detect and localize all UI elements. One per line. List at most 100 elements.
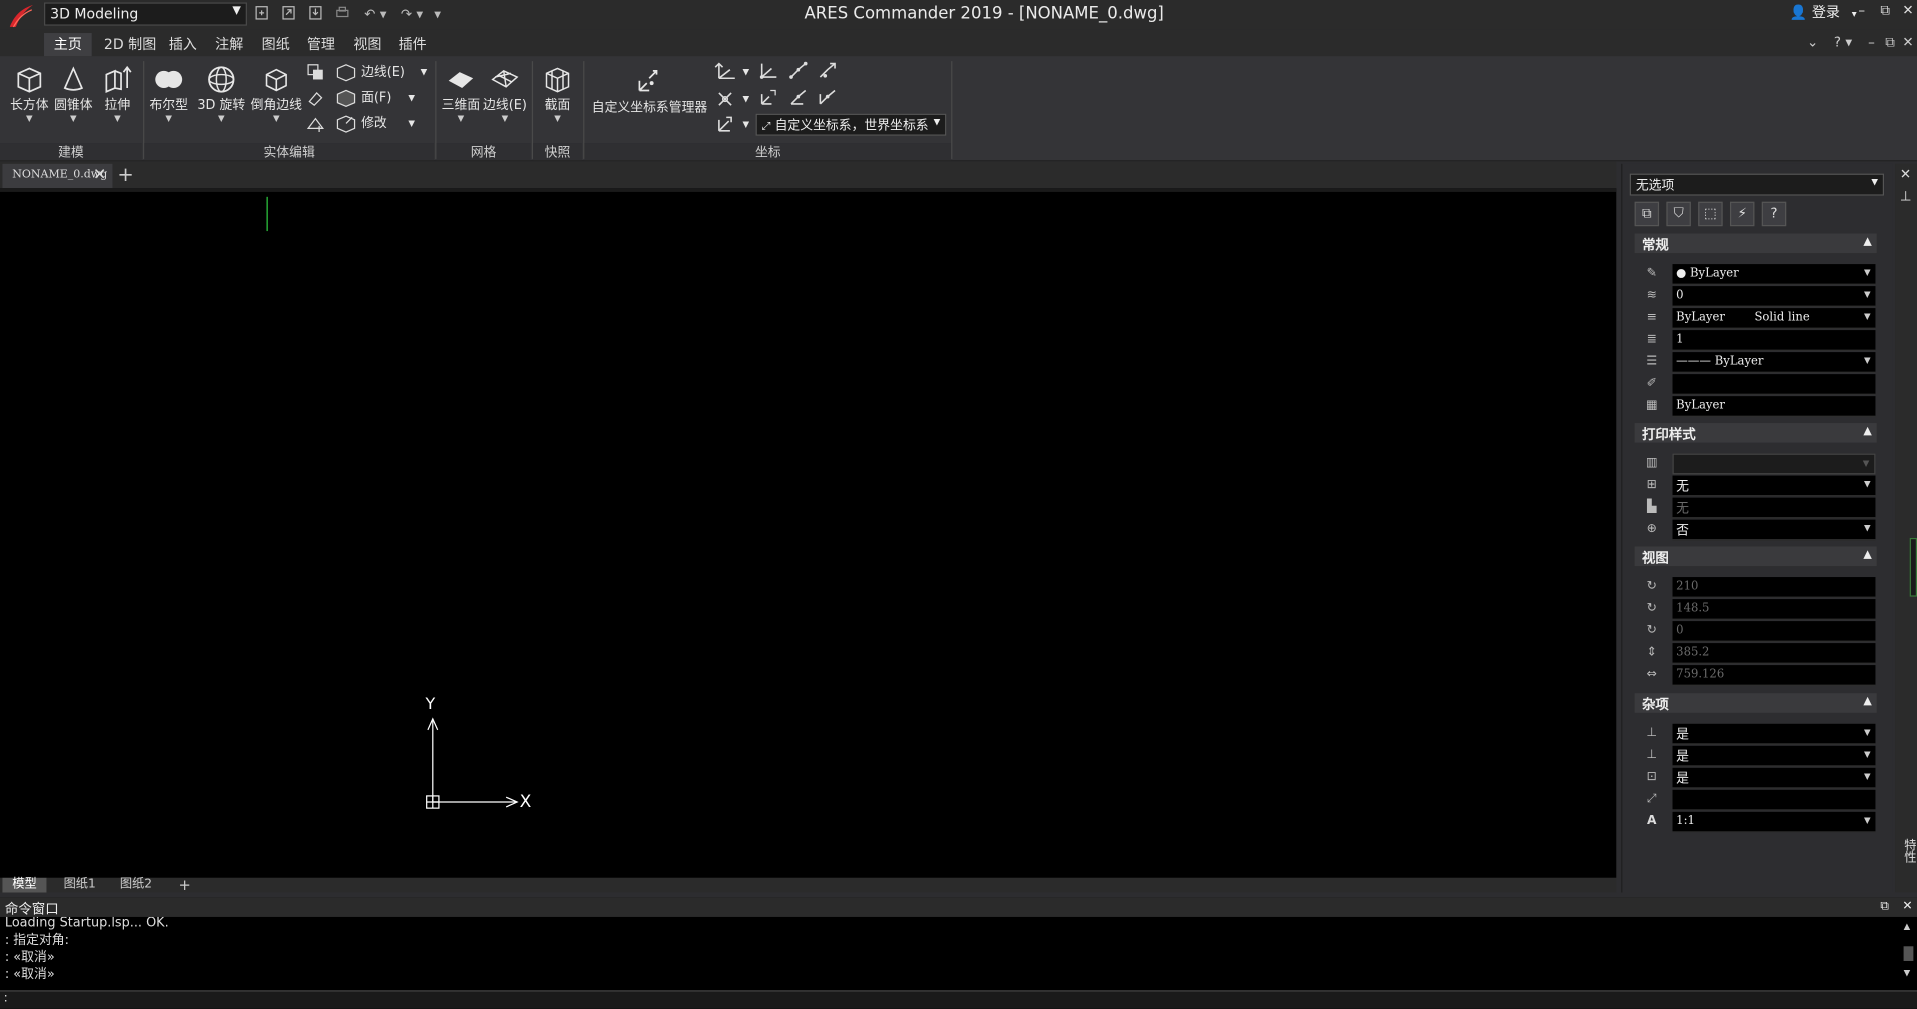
palette-side-strip: ✕ ⊥ 特性 — [1895, 163, 1917, 893]
group-label-snapshot: 快照 — [533, 143, 582, 161]
tab-view[interactable]: 视图 — [344, 33, 392, 56]
section-button[interactable]: 截面 ▼ — [537, 64, 579, 123]
doc-close-button[interactable]: ✕ — [1902, 34, 1913, 50]
slice-icon[interactable] — [306, 111, 330, 135]
add-layout-button[interactable]: + — [169, 878, 201, 893]
minimize-button[interactable]: – — [1858, 2, 1865, 18]
command-input[interactable]: : — [0, 990, 1917, 1009]
ucs-manager-button[interactable]: 自定义坐标系管理器 — [592, 66, 707, 116]
doc-restore-button[interactable]: ⧉ — [1885, 34, 1895, 51]
tab-model[interactable]: 模型 — [2, 877, 47, 893]
new-tab-button[interactable]: + — [117, 163, 133, 186]
pick-add-icon[interactable]: ⬚ — [1698, 201, 1723, 227]
prop-value[interactable] — [1672, 789, 1876, 811]
tab-2d-drafting[interactable]: 2D 制图 — [94, 33, 166, 56]
document-tab[interactable]: NONAME_0.dwg ✕ — [2, 163, 113, 189]
face-dropdown[interactable]: 面(F) ▼ — [335, 86, 421, 110]
close-icon[interactable]: ✕ — [93, 166, 106, 184]
tab-sheet1[interactable]: 图纸1 — [54, 878, 106, 893]
ucs-world-icon[interactable]: ▼ — [714, 59, 751, 83]
restore-button[interactable]: ⧉ — [1880, 2, 1890, 19]
section-misc[interactable]: 杂项 ▲ — [1634, 693, 1877, 713]
prop-value[interactable]: ByLayer Solid line ▼ — [1672, 308, 1876, 329]
chevron-down-icon: ▼ — [408, 118, 415, 129]
prop-value[interactable]: ByLayer — [1672, 396, 1876, 417]
cone-button[interactable]: 圆锥体 ▼ — [51, 64, 95, 123]
select-objects-icon[interactable]: ⧉ — [1634, 201, 1660, 227]
ucs-select[interactable]: ⤢ 自定义坐标系，世界坐标系 ▼ — [755, 113, 947, 136]
boolean-button[interactable]: 布尔型 ▼ — [147, 64, 191, 123]
ribbon-collapse-icon[interactable]: ⌄ — [1807, 34, 1818, 50]
drawing-canvas[interactable]: Y X — [0, 188, 1617, 878]
tab-manage[interactable]: 管理 — [297, 33, 345, 56]
close-button[interactable]: ✕ — [1902, 2, 1913, 18]
ucs-view-icon[interactable] — [815, 86, 842, 110]
ucs-rotate-icon[interactable]: ▼ — [714, 86, 751, 110]
ucs-origin-icon[interactable] — [756, 59, 783, 83]
mesh-edge-icon — [491, 70, 519, 88]
ucs-3point-icon[interactable] — [786, 59, 813, 83]
command-scrollbar[interactable]: ▲ ▼ — [1903, 922, 1916, 988]
prop-value[interactable]: 0 ▼ — [1672, 286, 1876, 307]
palette-resize-handle[interactable] — [1909, 537, 1917, 597]
section-print-style[interactable]: 打印样式 ▲ — [1634, 423, 1877, 443]
close-icon[interactable]: ✕ — [1902, 900, 1912, 913]
prop-plot-attach: ▙ 无 — [1635, 497, 1877, 520]
properties-side-tab[interactable]: 特性 — [1899, 839, 1917, 863]
prop-value[interactable]: ——— ByLayer ▼ — [1672, 352, 1876, 373]
chamfer-edge-button[interactable]: 倒角边线 ▼ — [249, 64, 303, 124]
prop-plot-available: ⊕ 否 ▼ — [1635, 519, 1877, 542]
tab-plugins[interactable]: 插件 — [389, 33, 437, 56]
prop-annotation-scale: A 1:1 ▼ — [1635, 811, 1877, 834]
selection-select[interactable]: 无选项 ▼ — [1629, 173, 1885, 196]
tab-annotate[interactable]: 注解 — [205, 33, 253, 56]
tab-sheet[interactable]: 图纸 — [252, 33, 300, 56]
plot-available-icon: ⊕ — [1646, 522, 1657, 536]
section-general[interactable]: 常规 ▲ — [1634, 233, 1877, 254]
modify-dropdown[interactable]: 修改 ▼ — [335, 111, 421, 135]
doc-minimize-button[interactable]: – — [1868, 34, 1875, 50]
ucs-y-label: Y — [425, 695, 436, 714]
prop-value[interactable]: 无 ▼ — [1672, 475, 1876, 497]
section-view[interactable]: 视图 ▲ — [1634, 546, 1877, 567]
extrude-button[interactable]: 拉伸 ▼ — [95, 64, 139, 123]
help-icon[interactable]: ? — [1761, 201, 1787, 227]
prop-value[interactable] — [1672, 374, 1876, 395]
tab-insert[interactable]: 插入 — [159, 33, 207, 56]
prop-value[interactable]: 是 ▼ — [1672, 745, 1876, 767]
3d-face-button[interactable]: 三维面 ▼ — [440, 64, 482, 123]
prop-value[interactable]: ● ByLayer ▼ — [1672, 264, 1876, 285]
tab-home[interactable]: 主页 — [44, 33, 92, 57]
user-icon: 👤 — [1789, 3, 1808, 21]
copy-faces-icon[interactable] — [306, 60, 330, 84]
ucs-zaxis-icon[interactable] — [815, 59, 842, 83]
login-button[interactable]: 👤 登录 ▾ — [1790, 2, 1857, 22]
mesh-edge-button[interactable]: 边线(E) ▼ — [482, 64, 528, 123]
help-button[interactable]: ? ▾ — [1834, 34, 1852, 50]
scrollbar-thumb[interactable] — [1903, 946, 1914, 961]
ucs-manager-icon — [638, 70, 658, 92]
3d-rotate-button[interactable]: 3D 旋转 ▼ — [196, 64, 247, 123]
chevron-down-icon: ▾ — [1851, 8, 1857, 20]
toggle-pickadd-icon[interactable]: ⚡ — [1729, 201, 1755, 227]
prop-ucs-viewport: ⊡ 是 ▼ — [1635, 767, 1877, 790]
prop-value[interactable]: 是 ▼ — [1672, 767, 1876, 789]
ucs-previous-icon[interactable]: ▼ — [714, 111, 751, 135]
close-icon[interactable]: ✕ — [1900, 166, 1911, 182]
eraser-icon[interactable] — [306, 86, 330, 110]
prop-value[interactable]: 1:1 ▼ — [1672, 811, 1876, 833]
edge-dropdown[interactable]: 边线(E) ▼ — [335, 60, 433, 84]
chevron-down-icon: ▼ — [273, 113, 280, 124]
ucs-object-icon[interactable] — [756, 86, 783, 110]
ucs-face-icon[interactable] — [786, 86, 813, 110]
group-label-modeling: 建模 — [0, 143, 142, 161]
prop-value[interactable]: 是 ▼ — [1672, 723, 1876, 745]
quick-select-icon[interactable]: ⛉ — [1666, 201, 1691, 227]
prop-value[interactable]: 1 — [1672, 330, 1876, 351]
prop-height: ⇕ 385.2 — [1635, 643, 1877, 665]
box-button[interactable]: 长方体 ▼ — [7, 64, 51, 123]
pin-icon[interactable]: ⊥ — [1900, 188, 1912, 204]
tab-sheet2[interactable]: 图纸2 — [110, 878, 162, 893]
prop-value[interactable]: 否 ▼ — [1672, 519, 1876, 541]
float-icon[interactable]: ⧉ — [1880, 900, 1889, 913]
